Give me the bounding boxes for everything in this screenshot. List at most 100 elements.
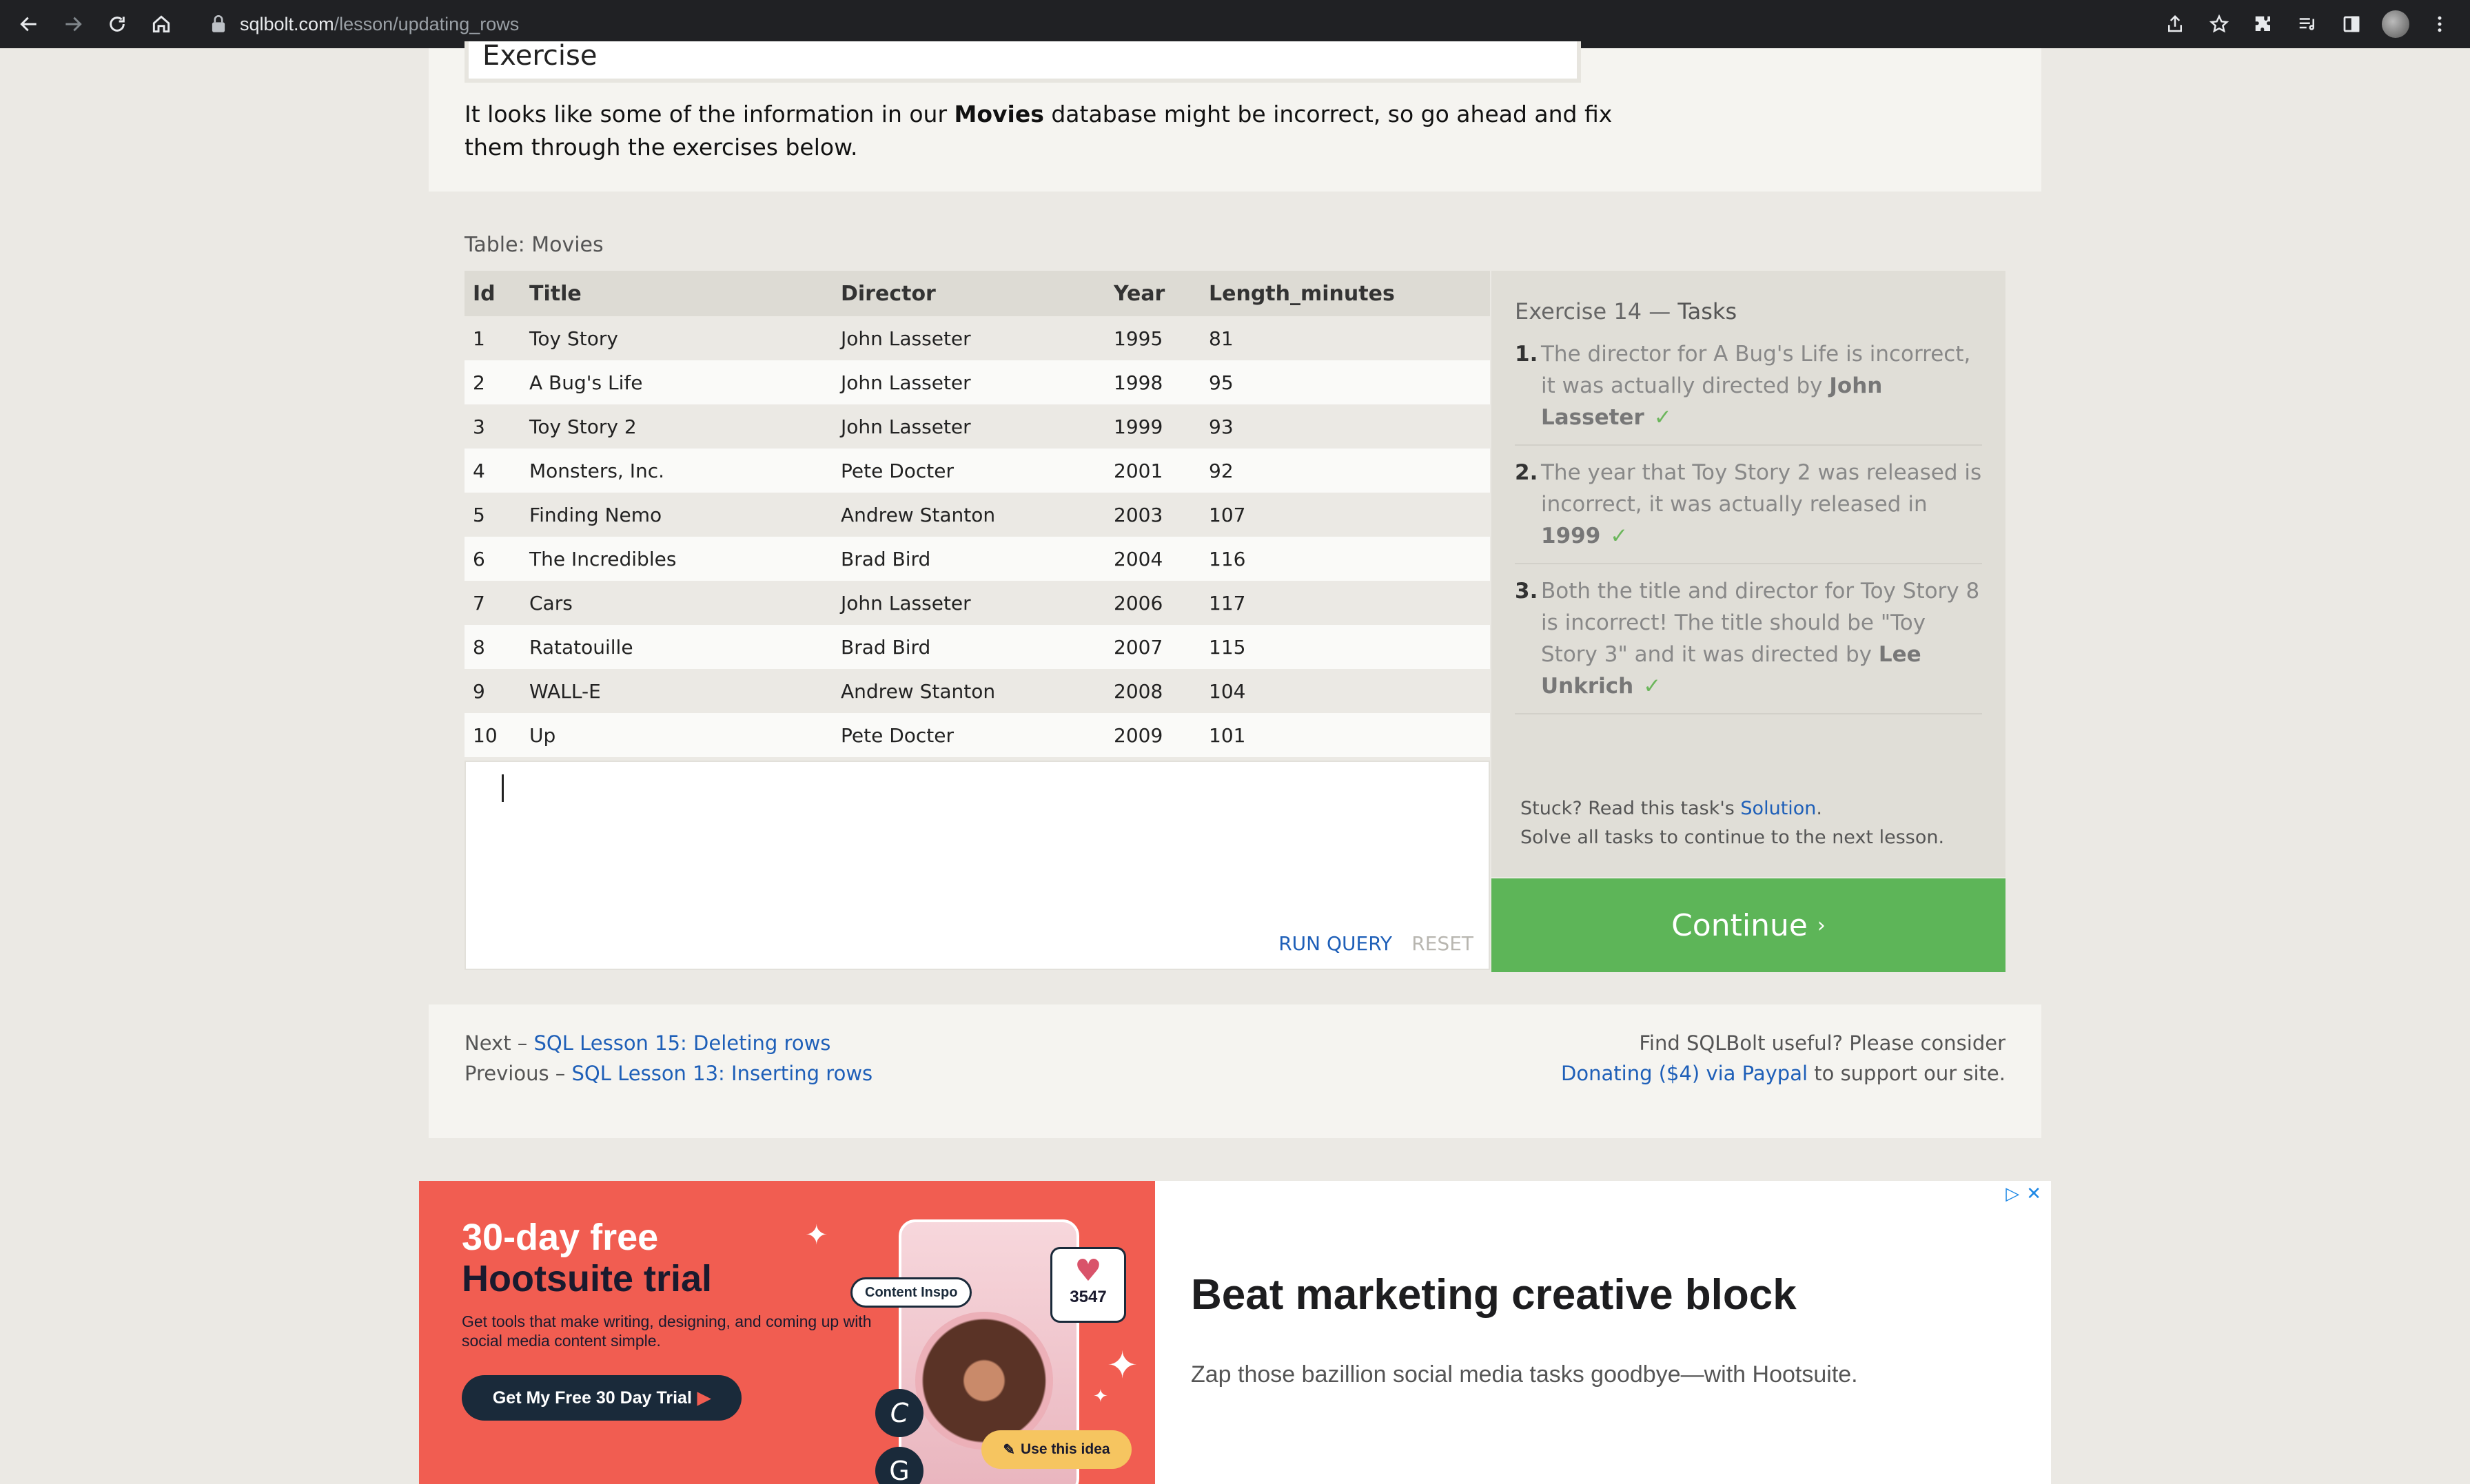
table-cell: 2 [465, 360, 521, 404]
forward-button[interactable] [51, 2, 95, 46]
table-cell: Monsters, Inc. [521, 449, 833, 493]
more-vertical-icon [2438, 16, 2442, 32]
support-message: Find SQLBolt useful? Please consider Don… [1561, 1031, 2005, 1085]
extensions-button[interactable] [2247, 2, 2280, 46]
table-cell: 6 [465, 537, 521, 581]
table-row: 7 Cars John Lasseter 2006 117 [465, 581, 1490, 625]
table-cell: 1998 [1105, 360, 1201, 404]
text-caret [502, 774, 504, 802]
play-triangle-icon: ▶ [697, 1388, 711, 1408]
home-icon [152, 15, 170, 33]
close-icon[interactable]: ✕ [2026, 1184, 2041, 1204]
table-cell: 3 [465, 404, 521, 449]
table-row: 6 The Incredibles Brad Bird 2004 116 [465, 537, 1490, 581]
table-row: 9 WALL-E Andrew Stanton 2008 104 [465, 669, 1490, 713]
continue-button[interactable]: Continue › [1491, 878, 2005, 972]
exercise-workspace: Table: Movies Id Title Director Year Len… [429, 192, 2041, 1004]
table-cell: 104 [1201, 669, 1490, 713]
table-row: 8 Ratatouille Brad Bird 2007 115 [465, 625, 1490, 669]
ad-choices[interactable]: ▷ ✕ [2005, 1184, 2041, 1204]
table-cell: 1 [465, 316, 521, 360]
lesson-card: Exercise It looks like some of the infor… [429, 40, 2041, 1138]
next-lesson-link[interactable]: SQL Lesson 15: Deleting rows [534, 1031, 831, 1055]
table-cell: Ratatouille [521, 625, 833, 669]
table-cell: 117 [1201, 581, 1490, 625]
table-cell: WALL-E [521, 669, 833, 713]
task-item: 1. The director for A Bug's Life is inco… [1515, 338, 1982, 446]
address-bar[interactable]: sqlbolt.com/lesson/updating_rows [200, 7, 2233, 41]
table-cell: John Lasseter [833, 316, 1105, 360]
share-icon [2168, 14, 2182, 32]
likes-card: ♥ 3547 [1050, 1247, 1126, 1323]
ad-cta-button[interactable]: Get My Free 30 Day Trial ▶ [462, 1375, 742, 1421]
table-row: 3 Toy Story 2 John Lasseter 1999 93 [465, 404, 1490, 449]
table-cell: 101 [1201, 713, 1490, 757]
home-button[interactable] [139, 2, 183, 46]
ad-image[interactable]: 30-day free Hootsuite trial Get tools th… [419, 1181, 1155, 1484]
table-cell: 2006 [1105, 581, 1201, 625]
sparkle-icon: ✦ [1093, 1386, 1108, 1407]
table-cell: 2004 [1105, 537, 1201, 581]
previous-lesson-link[interactable]: SQL Lesson 13: Inserting rows [572, 1062, 873, 1085]
exercise-header: Exercise [465, 40, 1581, 83]
table-cell: 2008 [1105, 669, 1201, 713]
table-cell: 81 [1201, 316, 1490, 360]
table-cell: 7 [465, 581, 521, 625]
table-cell: John Lasseter [833, 404, 1105, 449]
tasks-heading: Exercise 14 — Tasks [1515, 298, 1737, 324]
column-header: Title [521, 271, 833, 316]
donut-illustration [915, 1312, 1053, 1450]
exercise-intro: It looks like some of the information in… [465, 101, 1613, 161]
query-editor[interactable]: RUN QUERY RESET [465, 761, 1490, 970]
table-row: 5 Finding Nemo Andrew Stanton 2003 107 [465, 493, 1490, 537]
reload-icon [110, 17, 125, 32]
menu-button[interactable] [2423, 2, 2456, 46]
table-cell: 10 [465, 713, 521, 757]
reload-button[interactable] [95, 2, 139, 46]
table-header-row: Id Title Director Year Length_minutes [465, 271, 1490, 316]
table-cell: 8 [465, 625, 521, 669]
sparkle-icon: ✦ [1107, 1343, 1139, 1387]
ad-title: 30-day free Hootsuite trial [462, 1217, 713, 1299]
donate-link[interactable]: Donating ($4) via Paypal [1561, 1062, 1808, 1085]
bookmark-button[interactable] [2203, 2, 2236, 46]
table-cell: The Incredibles [521, 537, 833, 581]
side-panel-icon [2343, 16, 2360, 32]
table-cell: Up [521, 713, 833, 757]
table-cell: 2003 [1105, 493, 1201, 537]
table-row: 10 Up Pete Docter 2009 101 [465, 713, 1490, 757]
reset-button[interactable]: RESET [1411, 932, 1473, 955]
arrow-left-icon [20, 17, 37, 32]
movies-table: Id Title Director Year Length_minutes 1T… [465, 271, 1490, 757]
task-item: 2. The year that Toy Story 2 was release… [1515, 457, 1982, 564]
share-button[interactable] [2158, 2, 2192, 46]
media-icon [2299, 18, 2314, 30]
table-row: 2A Bug's Life John Lasseter 1998 95 [465, 360, 1490, 404]
content-inspo-pill: Content Inspo [850, 1277, 972, 1308]
lesson-navigation: Next – SQL Lesson 15: Deleting rows Prev… [465, 1031, 873, 1085]
run-query-button[interactable]: RUN QUERY [1278, 932, 1392, 955]
table-cell: Pete Docter [833, 449, 1105, 493]
tasks-panel: Exercise 14 — Tasks 1. The director for … [1491, 271, 2005, 877]
ad-info-icon[interactable]: ▷ [2005, 1184, 2019, 1204]
side-panel-button[interactable] [2335, 2, 2368, 46]
column-header: Id [465, 271, 521, 316]
table-cell: 5 [465, 493, 521, 537]
advertisement[interactable]: 30-day free Hootsuite trial Get tools th… [419, 1181, 2051, 1484]
table-cell: Toy Story 2 [521, 404, 833, 449]
solution-link[interactable]: Solution [1740, 798, 1816, 819]
avatar [2382, 10, 2409, 38]
lock-icon [212, 15, 225, 32]
table-cell: 1999 [1105, 404, 1201, 449]
table-cell: 116 [1201, 537, 1490, 581]
ad-subline: Zap those bazillion social media tasks g… [1191, 1361, 1858, 1388]
table-row: 4 Monsters, Inc. Pete Docter 2001 92 [465, 449, 1490, 493]
profile-button[interactable] [2379, 2, 2412, 46]
table-cell: 2009 [1105, 713, 1201, 757]
table-cell: 95 [1201, 360, 1490, 404]
ad-subtitle: Get tools that make writing, designing, … [462, 1312, 872, 1350]
reading-list-button[interactable] [2291, 2, 2324, 46]
table-label: Table: Movies [465, 233, 604, 257]
star-icon [2209, 14, 2229, 33]
back-button[interactable] [7, 2, 51, 46]
